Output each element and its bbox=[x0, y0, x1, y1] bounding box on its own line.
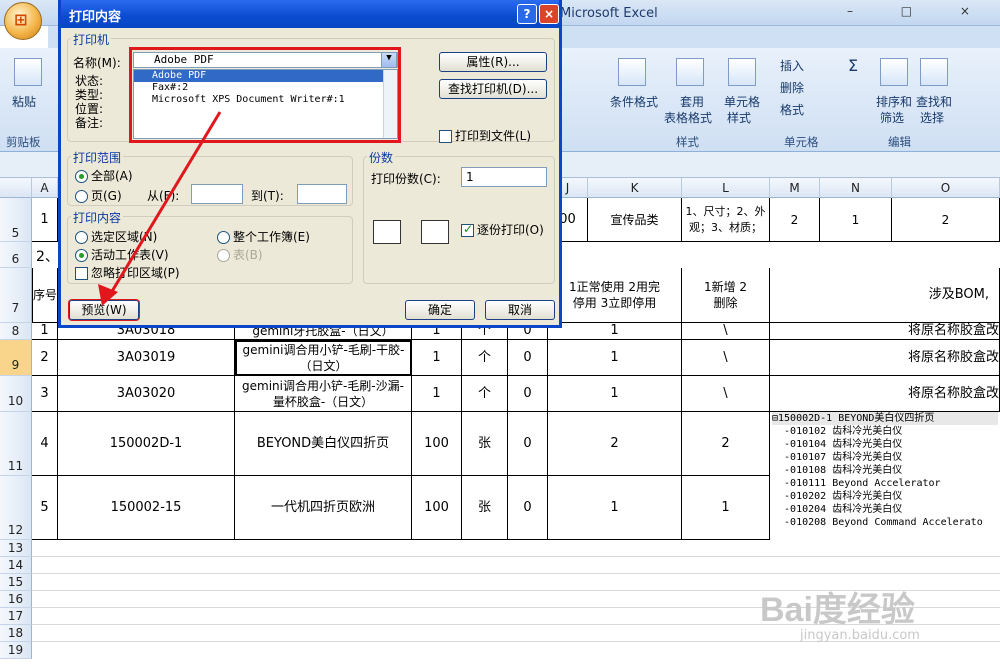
annotation-arrow bbox=[98, 111, 222, 306]
arrow-line bbox=[106, 111, 222, 299]
